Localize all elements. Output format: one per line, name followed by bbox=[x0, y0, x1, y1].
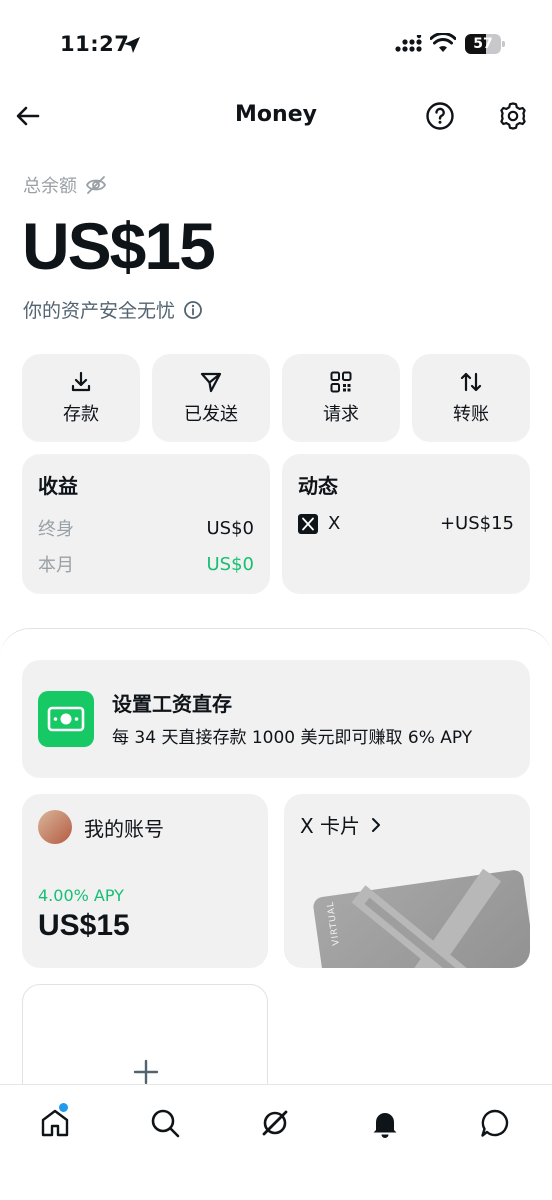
notification-dot bbox=[59, 1103, 68, 1112]
request-button[interactable]: 请求 bbox=[282, 354, 400, 442]
safety-row: 你的资产安全无忧 bbox=[23, 296, 203, 323]
tab-home[interactable] bbox=[35, 1103, 75, 1143]
balance-label-row: 总余额 bbox=[23, 172, 107, 198]
account-card[interactable]: 我的账号 4.00% APY US$15 bbox=[22, 794, 268, 968]
account-apy: 4.00% APY bbox=[38, 886, 124, 905]
request-label: 请求 bbox=[323, 404, 359, 425]
notifications-icon bbox=[373, 1113, 397, 1138]
tab-messages[interactable] bbox=[475, 1103, 515, 1143]
deposit-button[interactable]: 存款 bbox=[22, 354, 140, 442]
wifi-icon bbox=[430, 33, 456, 52]
activity-item-amount: +US$15 bbox=[439, 513, 514, 534]
month-label: 本月 bbox=[38, 555, 74, 576]
download-icon bbox=[71, 371, 91, 392]
account-title: 我的账号 bbox=[84, 816, 164, 841]
transfer-icon bbox=[460, 372, 482, 392]
x-card-title: X 卡片 bbox=[300, 814, 361, 838]
qr-code-icon bbox=[330, 371, 352, 393]
page-title: Money bbox=[235, 102, 317, 127]
month-row: 本月 US$0 bbox=[38, 551, 254, 577]
account-balance: US$15 bbox=[38, 909, 130, 942]
tab-notifications[interactable] bbox=[365, 1103, 405, 1143]
send-icon bbox=[200, 372, 222, 393]
x-card-card[interactable]: X 卡片 VIRTUAL bbox=[284, 794, 530, 968]
send-button[interactable]: 已发送 bbox=[152, 354, 270, 442]
battery-percent: 57 bbox=[473, 36, 493, 52]
balance-amount: US$15 bbox=[22, 209, 216, 283]
balance-label: 总余额 bbox=[23, 176, 77, 197]
nav-header: Money bbox=[0, 90, 552, 142]
virtual-card-image: VIRTUAL bbox=[313, 868, 530, 968]
earnings-title: 收益 bbox=[38, 474, 78, 498]
activity-item-name: X bbox=[328, 513, 341, 534]
safety-text: 你的资产安全无忧 bbox=[23, 300, 176, 322]
activity-title: 动态 bbox=[298, 474, 338, 498]
send-label: 已发送 bbox=[184, 404, 238, 425]
lifetime-value: US$0 bbox=[206, 517, 254, 539]
lifetime-row: 终身 US$0 bbox=[38, 515, 254, 541]
money-icon bbox=[38, 691, 94, 747]
month-value: US$0 bbox=[206, 553, 254, 575]
gear-icon[interactable] bbox=[497, 100, 529, 132]
action-buttons: 存款 已发送 请求 转账 bbox=[22, 354, 530, 442]
status-bar: 11:27 57 bbox=[0, 0, 552, 90]
payroll-description: 每 34 天直接存款 1000 美元即可赚取 6% APY bbox=[112, 727, 473, 748]
info-icon[interactable] bbox=[183, 300, 203, 320]
eye-slash-icon[interactable] bbox=[85, 175, 107, 195]
lifetime-label: 终身 bbox=[38, 519, 74, 540]
cellular-signal-icon bbox=[395, 35, 422, 52]
tab-grok[interactable] bbox=[255, 1103, 295, 1143]
tab-search[interactable] bbox=[145, 1103, 185, 1143]
status-time: 11:27 bbox=[60, 32, 130, 56]
battery-indicator: 57 bbox=[465, 34, 505, 54]
earnings-card[interactable]: 收益 终身 US$0 本月 US$0 bbox=[22, 454, 270, 594]
help-icon[interactable] bbox=[424, 100, 456, 132]
search-icon bbox=[151, 1109, 180, 1138]
activity-card[interactable]: 动态 X +US$15 bbox=[282, 454, 530, 594]
deposit-label: 存款 bbox=[63, 404, 99, 425]
location-arrow-icon bbox=[124, 37, 140, 53]
x-logo-icon bbox=[298, 513, 318, 534]
chevron-right-icon bbox=[372, 817, 381, 832]
transfer-label: 转账 bbox=[453, 404, 489, 425]
payroll-card[interactable]: 设置工资直存 每 34 天直接存款 1000 美元即可赚取 6% APY bbox=[22, 660, 530, 778]
avatar bbox=[38, 810, 72, 844]
home-icon bbox=[41, 1109, 69, 1137]
tab-bar bbox=[0, 1084, 552, 1200]
transfer-button[interactable]: 转账 bbox=[412, 354, 530, 442]
plus-icon bbox=[133, 1059, 159, 1085]
activity-item[interactable]: X +US$15 bbox=[298, 513, 514, 534]
payroll-title: 设置工资直存 bbox=[112, 691, 232, 716]
messages-icon bbox=[481, 1109, 509, 1137]
grok-icon bbox=[262, 1110, 288, 1136]
